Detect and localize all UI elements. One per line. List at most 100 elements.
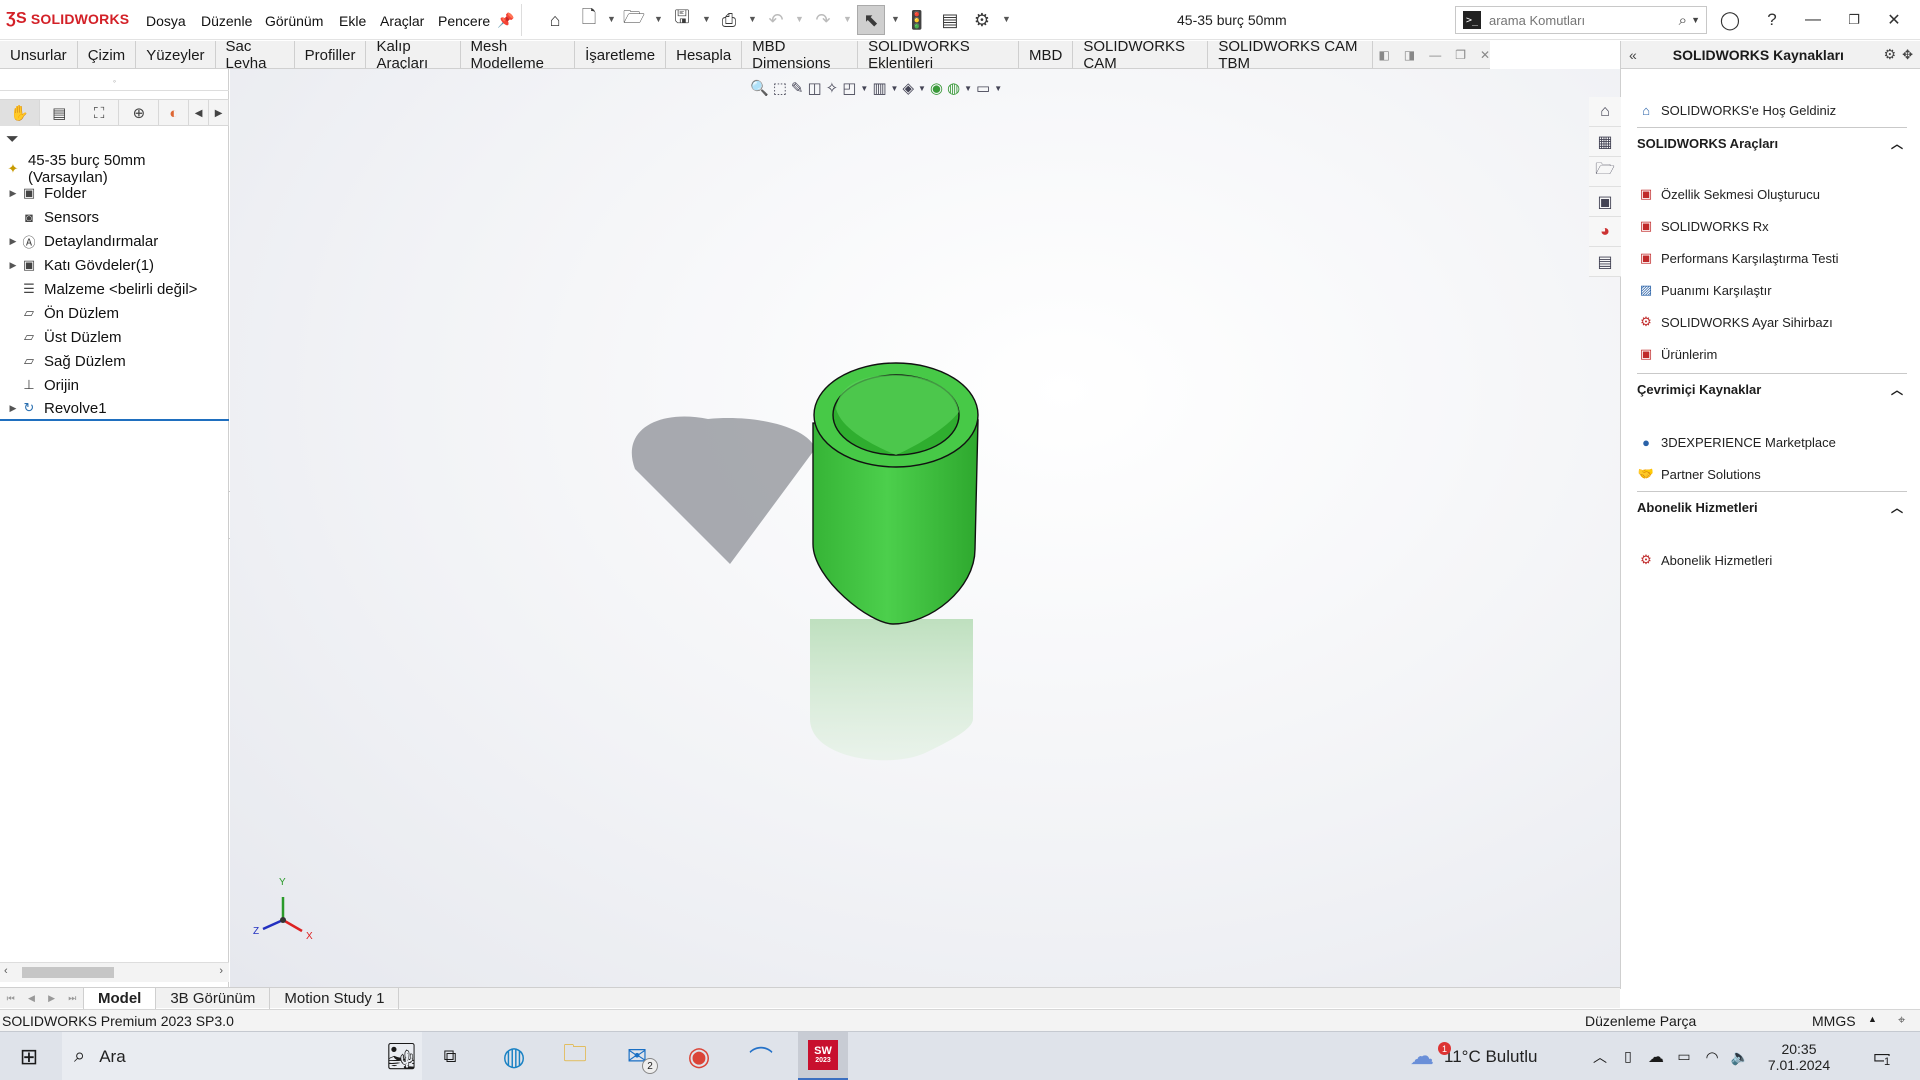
rebuild-icon[interactable]: 🚦 — [905, 8, 929, 32]
doc-minimize-icon[interactable]: — — [1429, 48, 1441, 62]
menu-araclar[interactable]: Araçlar — [380, 13, 424, 29]
task-pane-pin-icon[interactable]: ✥ — [1902, 47, 1913, 63]
tree-root[interactable]: ✦ 45-35 burç 50mm (Varsayılan) — [0, 152, 229, 186]
redo-caret-icon[interactable]: ▼ — [843, 14, 852, 24]
doc-close-icon[interactable]: ✕ — [1480, 48, 1490, 62]
undo-icon[interactable]: ↶ — [764, 8, 788, 32]
welcome-link[interactable]: ⌂ SOLIDWORKS'e Hoş Geldiniz — [1637, 99, 1836, 121]
menu-duzenle[interactable]: Düzenle — [201, 13, 252, 29]
help-icon[interactable]: ? — [1756, 8, 1788, 32]
tree-item-solid-bodies[interactable]: ▶ ▣ Katı Gövdeler(1) — [0, 253, 229, 277]
undo-caret-icon[interactable]: ▼ — [795, 14, 804, 24]
tab-hesapla[interactable]: Hesapla — [666, 41, 743, 69]
filter-icon[interactable]: ⏷ — [6, 131, 19, 149]
open-caret-icon[interactable]: ▼ — [654, 14, 663, 24]
link-property-tab-builder[interactable]: ▣ Özellik Sekmesi Oluşturucu — [1637, 183, 1820, 205]
tree-item-right-plane[interactable]: ▱ Sağ Düzlem — [0, 349, 229, 373]
scroll-left-icon[interactable]: ‹ — [4, 965, 8, 977]
link-settings-wizard[interactable]: ⚙ SOLIDWORKS Ayar Sihirbazı — [1637, 311, 1833, 333]
scrollbar-thumb[interactable] — [22, 967, 114, 978]
tab-mbd-dimensions[interactable]: MBD Dimensions — [742, 38, 859, 72]
save-caret-icon[interactable]: ▼ — [702, 14, 711, 24]
collapse-arrow-icon[interactable]: ︿ — [1891, 135, 1903, 152]
appearances-icon[interactable]: ◕ — [1589, 217, 1621, 247]
scroll-right-icon[interactable]: › — [219, 965, 223, 977]
tree-item-origin[interactable]: ⊥ Orijin — [0, 373, 229, 397]
print-caret-icon[interactable]: ▼ — [748, 14, 757, 24]
onedrive-cloud-icon[interactable]: ☁ — [1644, 1032, 1668, 1080]
collapse-pane-icon[interactable]: « — [1629, 47, 1637, 63]
link-performance-benchmark[interactable]: ▣ Performans Karşılaştırma Testi — [1637, 247, 1839, 269]
tab-mbd[interactable]: MBD — [1019, 41, 1074, 69]
new-document-icon[interactable]: 🗋 — [577, 7, 601, 32]
display-manager-tab-icon[interactable]: ◐ — [159, 100, 190, 126]
tab-scroll-right-icon[interactable]: ▶ — [209, 100, 230, 126]
expand-arrow-icon[interactable]: ▶ — [6, 403, 20, 414]
options-gear-icon[interactable]: ⚙ — [970, 8, 994, 32]
resources-home-icon[interactable]: ⌂ — [1589, 97, 1621, 127]
tree-item-material[interactable]: ☰ Malzeme <belirli değil> — [0, 277, 229, 301]
menu-ekle[interactable]: Ekle — [339, 13, 366, 29]
units-caret-icon[interactable]: ▲ — [1868, 1014, 1877, 1024]
print-icon[interactable]: ⎙ — [717, 8, 741, 32]
pin-icon[interactable]: 📌 — [494, 8, 518, 32]
section-solidworks-tools[interactable]: SOLIDWORKS Araçları ︿ — [1637, 127, 1907, 152]
link-3dexperience-marketplace[interactable]: ● 3DEXPERIENCE Marketplace — [1637, 431, 1836, 453]
restore-icon[interactable]: ❐ — [1838, 8, 1870, 32]
notifications-icon[interactable]: ▭ 1 — [1860, 1032, 1904, 1080]
options-caret-icon[interactable]: ▼ — [1002, 14, 1011, 24]
tile-left-icon[interactable]: ◧ — [1379, 48, 1390, 62]
link-subscription-services[interactable]: ⚙ Abonelik Hizmetleri — [1637, 549, 1772, 571]
mail-icon[interactable]: ✉ 2 — [612, 1032, 662, 1080]
close-icon[interactable]: ✕ — [1878, 8, 1910, 32]
tab-sac-levha[interactable]: Sac Levha — [216, 38, 295, 72]
minimize-icon[interactable]: — — [1797, 8, 1829, 32]
tab-motion-study-1[interactable]: Motion Study 1 — [270, 987, 400, 1009]
tab-solidworks-eklentileri[interactable]: SOLIDWORKS Eklentileri — [858, 38, 1020, 72]
home-icon[interactable]: ⌂ — [543, 8, 567, 32]
expand-arrow-icon[interactable]: ▶ — [6, 188, 20, 199]
file-explorer-taskbar-icon[interactable]: 🗀 — [550, 1032, 600, 1080]
tab-scroll-left-icon[interactable]: ◀ — [189, 100, 210, 126]
task-pane-settings-icon[interactable]: ⚙ — [1884, 46, 1897, 63]
search-input[interactable] — [1489, 12, 1669, 28]
solidworks-logo[interactable]: ƷS SOLIDWORKS — [6, 10, 129, 28]
tree-item-folder[interactable]: ▶ ▣ Folder — [0, 181, 229, 205]
new-caret-icon[interactable]: ▼ — [607, 14, 616, 24]
device-icon[interactable]: ▯ — [1616, 1032, 1640, 1080]
menu-dosya[interactable]: Dosya — [146, 13, 186, 29]
tab-3d-view[interactable]: 3B Görünüm — [156, 987, 271, 1009]
search-icon[interactable]: ⌕ — [1679, 12, 1687, 29]
volume-icon[interactable]: 🔈 — [1728, 1032, 1752, 1080]
tree-item-top-plane[interactable]: ▱ Üst Düzlem — [0, 325, 229, 349]
app-swoosh-icon[interactable]: ⌒ — [736, 1032, 786, 1080]
file-properties-icon[interactable]: ▤ — [938, 8, 962, 32]
expand-arrow-icon[interactable]: ▶ — [6, 260, 20, 271]
graphics-area[interactable]: 🔍 ⬚ ✎ ◫ ✧ ◰ ▼ ▥ ▼ ◈ ▼ ◉ ◍ ▼ ▭ ▼ Y X Z — [230, 69, 1620, 987]
weather-widget[interactable]: ☁ 1 11°C Bulutlu — [1410, 1032, 1570, 1080]
wifi-icon[interactable]: ◠ — [1700, 1032, 1724, 1080]
design-library-icon[interactable]: ▦ — [1589, 127, 1621, 157]
view-palette-icon[interactable]: ▣ — [1589, 187, 1621, 217]
battery-icon[interactable]: ▭ — [1672, 1032, 1696, 1080]
search-caret-icon[interactable]: ▼ — [1691, 15, 1700, 25]
horizontal-scrollbar[interactable]: ‹ › — [0, 962, 229, 982]
tab-solidworks-cam-tbm[interactable]: SOLIDWORKS CAM TBM — [1208, 38, 1373, 72]
select-cursor-icon[interactable]: ⬉ — [857, 5, 885, 35]
next-tab-icon[interactable]: ▶ — [48, 993, 55, 1004]
menu-gorunum[interactable]: Görünüm — [265, 13, 323, 29]
model-canvas[interactable] — [230, 69, 1620, 987]
tree-item-front-plane[interactable]: ▱ Ön Düzlem — [0, 301, 229, 325]
property-manager-tab-icon[interactable]: ▤ — [40, 100, 80, 126]
tree-item-revolve1[interactable]: ▶ ↻ Revolve1 — [0, 397, 229, 421]
tab-cizim[interactable]: Çizim — [78, 41, 137, 69]
edge-browser-icon[interactable]: ◍ — [489, 1032, 539, 1080]
file-explorer-icon[interactable]: 🗁 — [1589, 157, 1621, 187]
windows-start-icon[interactable]: ⊞ — [0, 1032, 58, 1080]
section-online-resources[interactable]: Çevrimiçi Kaynaklar ︿ — [1637, 373, 1907, 397]
command-search[interactable]: >_ ⌕ ▼ — [1455, 6, 1707, 34]
chrome-icon[interactable]: ◉ — [674, 1032, 724, 1080]
panel-splitter[interactable]: ◦ — [0, 71, 229, 91]
link-my-products[interactable]: ▣ Ürünlerim — [1637, 343, 1718, 365]
tab-profiller[interactable]: Profiller — [295, 41, 367, 69]
